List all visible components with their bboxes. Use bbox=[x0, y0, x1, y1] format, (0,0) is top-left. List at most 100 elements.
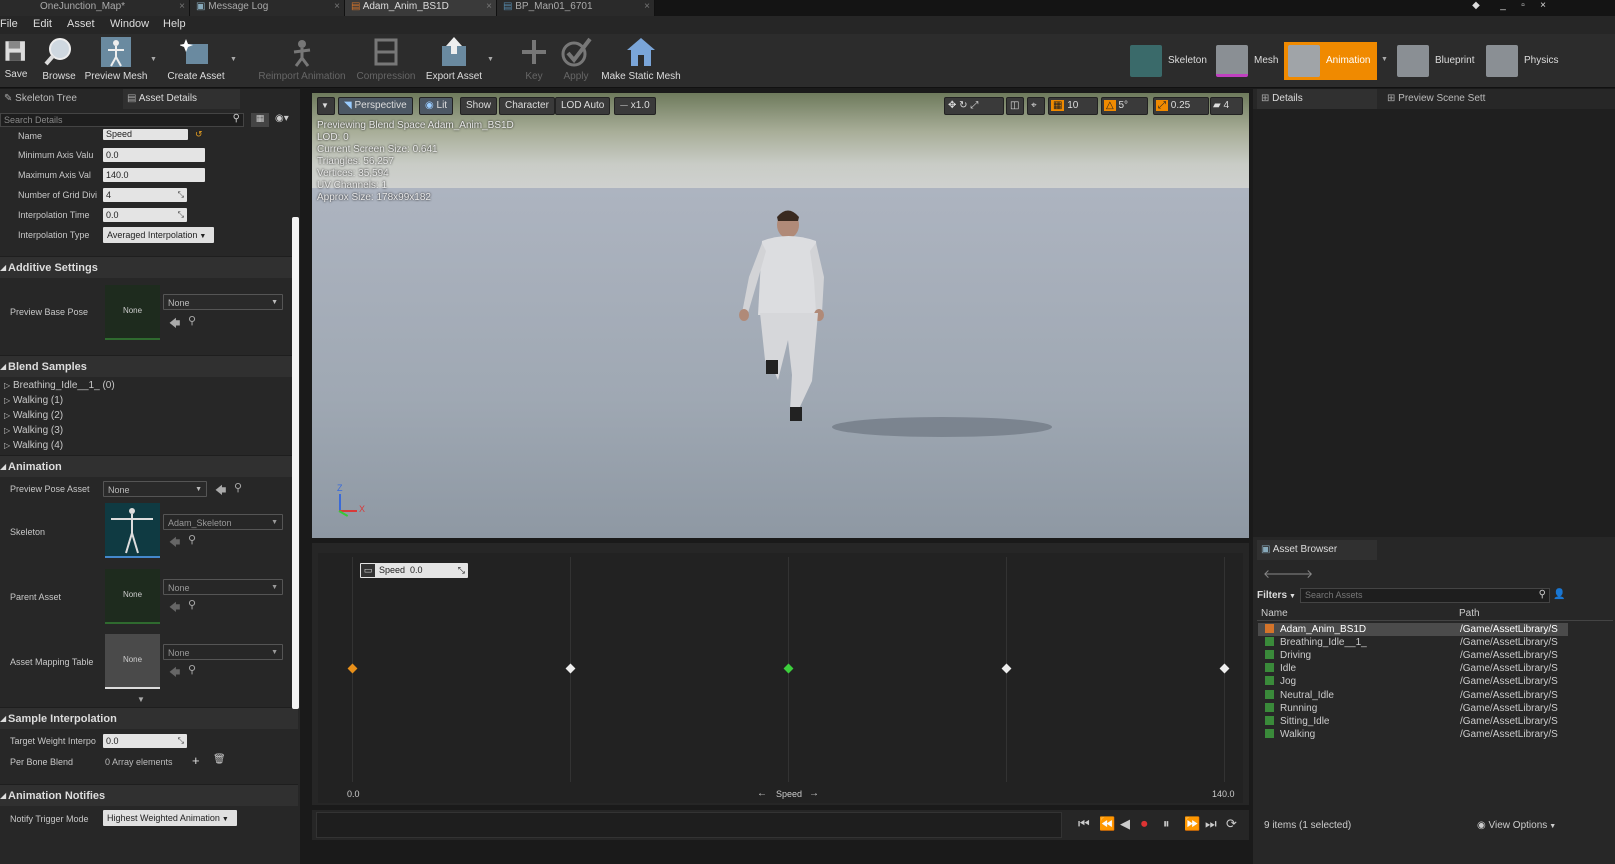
tab-details[interactable]: ⊞ Details bbox=[1257, 89, 1377, 109]
person-icon[interactable]: 👤 bbox=[1553, 589, 1565, 600]
minimize-icon[interactable]: _ bbox=[1495, 0, 1511, 12]
blend-sample-item[interactable]: ▷ Walking (1) bbox=[4, 395, 63, 406]
preview-base-pose-thumbnail[interactable]: None bbox=[105, 285, 160, 340]
blend-sample-item[interactable]: ▷ Walking (3) bbox=[4, 425, 63, 436]
menu-window[interactable]: Window bbox=[110, 18, 149, 30]
interp-type-dropdown[interactable]: Averaged Interpolation ▼ bbox=[103, 227, 214, 243]
asset-list-item[interactable]: Walking/Game/AssetLibrary/S bbox=[1258, 728, 1568, 741]
asset-list-item[interactable]: Adam_Anim_BS1D/Game/AssetLibrary/S bbox=[1258, 623, 1568, 636]
spinner-icon[interactable]: ⤡ bbox=[178, 188, 184, 202]
tab-preview-scene-settings[interactable]: ⊞ Preview Scene Sett bbox=[1383, 89, 1503, 109]
menu-asset[interactable]: Asset bbox=[67, 18, 95, 30]
asset-list-item[interactable]: Breathing_Idle__1_ /Game/AssetLibrary/S bbox=[1258, 636, 1568, 649]
reset-arrow-icon[interactable]: ↺ bbox=[195, 129, 203, 140]
speed-parameter-field[interactable]: ▭ Speed 0.0 ⤡ bbox=[360, 563, 468, 578]
search-icon[interactable]: ⚲ bbox=[188, 533, 196, 546]
sample-interpolation-header[interactable]: ◢ Sample Interpolation bbox=[0, 707, 298, 729]
play-reverse-icon[interactable]: ◀ bbox=[1120, 816, 1130, 832]
expand-advanced-icon[interactable]: ▼ bbox=[137, 695, 145, 704]
view-options-button[interactable]: ◉ View Options ▼ bbox=[1477, 820, 1556, 831]
tab-message-log[interactable]: ▣ Message Log × bbox=[190, 0, 345, 16]
tab-bp-man01[interactable]: ▤ BP_Man01_6701 × bbox=[497, 0, 655, 16]
preview-mesh-button[interactable]: Preview Mesh bbox=[84, 36, 148, 86]
target-weight-field[interactable]: 0.0 ⤡ bbox=[103, 734, 187, 748]
mode-mesh[interactable]: Mesh bbox=[1212, 42, 1282, 80]
show-button[interactable]: Show bbox=[460, 97, 498, 115]
mode-physics[interactable]: Physics bbox=[1482, 42, 1566, 80]
grid-divisions-field[interactable]: 4 ⤡ bbox=[103, 188, 187, 202]
lit-button[interactable]: ◉ Lit bbox=[419, 97, 454, 115]
apply-button[interactable]: Apply bbox=[558, 36, 594, 86]
search-details-input[interactable]: Search Details ⚲ bbox=[0, 113, 244, 127]
asset-list-item[interactable]: Jog/Game/AssetLibrary/S bbox=[1258, 675, 1568, 688]
asset-list-item[interactable]: Sitting_Idle/Game/AssetLibrary/S bbox=[1258, 715, 1568, 728]
chevron-down-icon[interactable]: ▼ bbox=[487, 56, 494, 63]
scale-snap-icon[interactable]: ⤢ bbox=[1156, 100, 1168, 111]
grid-view-icon[interactable]: ▦ bbox=[251, 113, 269, 127]
blend-space-grid[interactable] bbox=[318, 553, 1243, 803]
filters-button[interactable]: Filters ▼ bbox=[1257, 590, 1296, 601]
additive-settings-header[interactable]: ◢ Additive Settings bbox=[0, 256, 298, 278]
use-selected-arrow-icon[interactable]: 🡄 bbox=[169, 315, 180, 334]
grid-snap-icon[interactable]: ▦ bbox=[1051, 100, 1065, 111]
scale-snap-value[interactable]: 0.25 bbox=[1171, 100, 1190, 111]
record-icon[interactable]: ⏺ bbox=[1141, 816, 1148, 832]
spinner-icon[interactable]: ⤡ bbox=[458, 563, 465, 578]
rotation-snap-icon[interactable]: △ bbox=[1104, 100, 1116, 111]
reimport-animation-button[interactable]: Reimport Animation bbox=[256, 36, 348, 86]
grid-snap-value[interactable]: 10 bbox=[1067, 100, 1078, 111]
max-axis-field[interactable]: 140.0 bbox=[103, 168, 205, 182]
surface-snap-icon[interactable]: ⌖ bbox=[1027, 97, 1045, 115]
close-icon[interactable]: × bbox=[644, 0, 650, 14]
chevron-down-icon[interactable]: ▼ bbox=[1381, 56, 1388, 63]
name-field[interactable]: Speed bbox=[103, 129, 188, 140]
tab-onejunction-map[interactable]: OneJunction_Map* × bbox=[0, 0, 190, 16]
preview-base-pose-dropdown[interactable]: None ▼ bbox=[163, 294, 283, 310]
compression-button[interactable]: Compression bbox=[355, 36, 417, 86]
trash-icon[interactable]: 🗑 bbox=[213, 754, 226, 765]
preview-viewport[interactable]: ▼ ◥ Perspective ◉ Lit Show Character LOD… bbox=[312, 93, 1249, 538]
perspective-button[interactable]: ◥ Perspective bbox=[338, 97, 413, 115]
menu-edit[interactable]: Edit bbox=[33, 18, 52, 30]
menu-help[interactable]: Help bbox=[163, 18, 186, 30]
blend-sample-item[interactable]: ▷ Breathing_Idle__1_ (0) bbox=[4, 380, 115, 391]
pause-icon[interactable]: ⏸ bbox=[1163, 816, 1170, 832]
close-icon[interactable]: × bbox=[334, 0, 340, 14]
create-asset-button[interactable]: Create Asset bbox=[164, 36, 228, 86]
asset-list-item[interactable]: Idle/Game/AssetLibrary/S bbox=[1258, 662, 1568, 675]
mode-skeleton[interactable]: Skeleton bbox=[1126, 42, 1212, 80]
column-path[interactable]: Path bbox=[1459, 608, 1480, 619]
add-element-icon[interactable]: + bbox=[192, 753, 200, 768]
blend-samples-header[interactable]: ◢ Blend Samples bbox=[0, 355, 298, 377]
min-axis-field[interactable]: 0.0 bbox=[103, 148, 205, 162]
asset-search-input[interactable]: Search Assets ⚲ bbox=[1300, 588, 1550, 603]
step-forward-icon[interactable]: ⏩ bbox=[1184, 816, 1200, 832]
scale-icon[interactable]: ⤢ bbox=[970, 100, 978, 111]
asset-list-item[interactable]: Neutral_Idle/Game/AssetLibrary/S bbox=[1258, 689, 1568, 702]
tab-asset-browser[interactable]: ▣ Asset Browser bbox=[1257, 540, 1377, 560]
menu-file[interactable]: File bbox=[0, 18, 18, 30]
skip-to-start-icon[interactable]: ⏮ bbox=[1078, 816, 1090, 832]
export-asset-button[interactable]: Export Asset bbox=[424, 36, 484, 86]
playback-speed-button[interactable]: ⏤ x1.0 bbox=[614, 97, 656, 115]
column-name[interactable]: Name bbox=[1261, 608, 1288, 619]
notify-trigger-dropdown[interactable]: Highest Weighted Animation ▼ bbox=[103, 810, 237, 826]
use-selected-arrow-icon[interactable]: 🡄 bbox=[215, 482, 226, 501]
character-button[interactable]: Character bbox=[499, 97, 555, 115]
search-icon[interactable]: ⚲ bbox=[188, 314, 196, 327]
search-icon[interactable]: ⚲ bbox=[188, 598, 196, 611]
tab-adam-anim-bs1d[interactable]: ▤ Adam_Anim_BS1D × bbox=[345, 0, 497, 16]
make-static-mesh-button[interactable]: Make Static Mesh bbox=[601, 36, 681, 86]
spinner-icon[interactable]: ⤡ bbox=[178, 208, 184, 222]
step-back-icon[interactable]: ⏪ bbox=[1099, 816, 1115, 832]
close-icon[interactable]: × bbox=[179, 0, 185, 14]
key-button[interactable]: Key bbox=[518, 36, 550, 86]
world-local-icon[interactable]: ◫ bbox=[1006, 97, 1024, 115]
search-icon[interactable]: ⚲ bbox=[188, 663, 196, 676]
asset-list-item[interactable]: Running/Game/AssetLibrary/S bbox=[1258, 702, 1568, 715]
forward-arrow-icon[interactable]: 🡒 bbox=[1281, 566, 1313, 581]
save-button[interactable]: Save bbox=[2, 36, 30, 86]
rotate-icon[interactable]: ↻ bbox=[959, 100, 967, 111]
chevron-down-icon[interactable]: ▼ bbox=[230, 56, 237, 63]
maximize-icon[interactable]: ▫ bbox=[1515, 0, 1531, 12]
